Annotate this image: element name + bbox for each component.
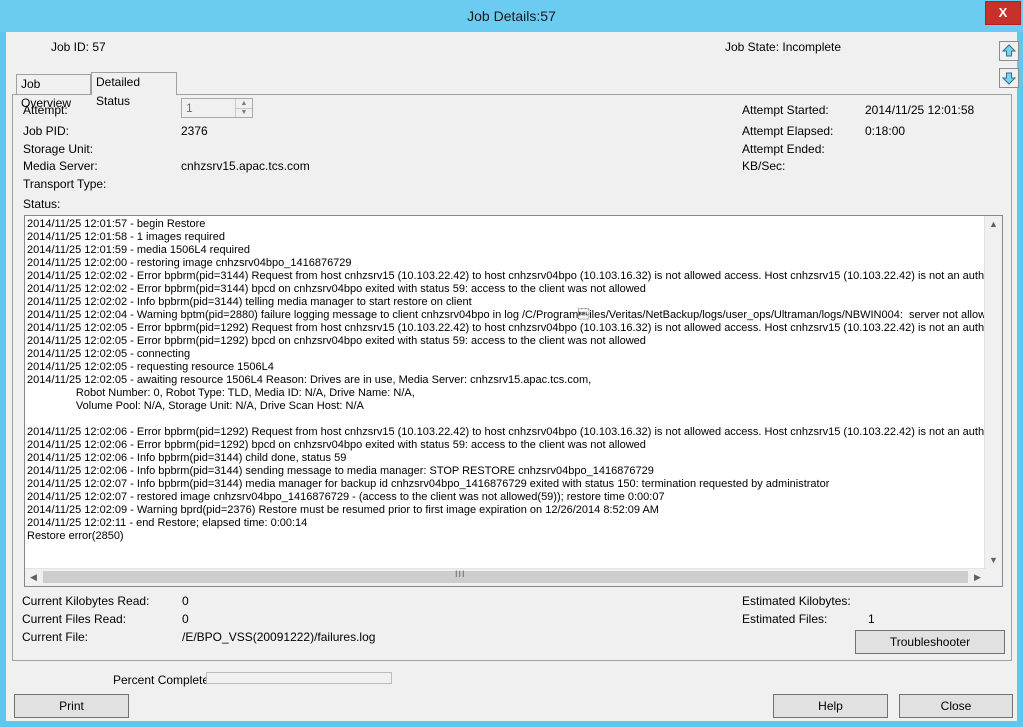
attempt-elapsed-label: Attempt Elapsed:: [742, 124, 834, 138]
tab-job-overview[interactable]: Job Overview: [16, 74, 91, 110]
estimated-files-value: 1: [868, 612, 875, 626]
current-file-label: Current File:: [22, 630, 89, 644]
attempt-started-label: Attempt Started:: [742, 103, 829, 117]
scroll-corner: [986, 571, 1002, 586]
window-client-area: Job ID: 57 Job State: Incomplete Job Ove…: [6, 32, 1019, 721]
status-log-line: 2014/11/25 12:02:07 - Info bpbrm(pid=314…: [27, 478, 830, 490]
scroll-grip-icon: III: [455, 569, 466, 579]
current-files-read-value: 0: [182, 612, 189, 626]
scroll-left-icon[interactable]: ◀: [25, 569, 42, 586]
spin-down-icon[interactable]: ▼: [235, 108, 252, 117]
status-log-line: 2014/11/25 12:02:06 - Info bpbrm(pid=314…: [27, 465, 654, 477]
vertical-scroll-track[interactable]: [987, 234, 1000, 552]
status-log-line: Robot Number: 0, Robot Type: TLD, Media …: [27, 387, 415, 399]
tab-detailed-status[interactable]: Detailed Status: [91, 72, 177, 108]
help-button[interactable]: Help: [773, 694, 888, 718]
attempt-value: 1: [186, 101, 193, 115]
status-log-line: 2014/11/25 12:01:57 - begin Restore: [27, 218, 206, 230]
current-file-value: /E/BPO_VSS(20091222)/failures.log: [182, 630, 376, 644]
status-vertical-scrollbar[interactable]: ▲ ▼: [984, 216, 1002, 571]
job-state-label: Job State: Incomplete: [725, 40, 842, 54]
status-log-line: 2014/11/25 12:02:02 - Error bpbrm(pid=31…: [27, 283, 646, 295]
status-log-line: 2014/11/25 12:02:00 - restoring image cn…: [27, 257, 352, 269]
status-log-line: 2014/11/25 12:02:05 - requesting resourc…: [27, 361, 274, 373]
down-arrow-icon: [1001, 72, 1017, 85]
title-bar: Job Details:57 X: [0, 0, 1023, 32]
scroll-down-icon[interactable]: ▼: [985, 552, 1002, 569]
previous-job-button[interactable]: [999, 41, 1019, 61]
next-job-button[interactable]: [999, 68, 1019, 88]
window-title: Job Details:57: [467, 8, 556, 24]
status-log-line: Volume Pool: N/A, Storage Unit: N/A, Dri…: [27, 400, 364, 412]
status-log-line: 2014/11/25 12:02:09 - Warning bprd(pid=2…: [27, 504, 659, 516]
status-log-line: 2014/11/25 12:02:11 - end Restore; elaps…: [27, 517, 308, 529]
close-button[interactable]: Close: [899, 694, 1013, 718]
status-horizontal-scrollbar[interactable]: ◀ III ▶: [25, 568, 986, 586]
troubleshooter-button[interactable]: Troubleshooter: [855, 630, 1005, 654]
status-log[interactable]: 2014/11/25 12:01:57 - begin Restore 2014/…: [24, 215, 1003, 587]
status-log-line: 2014/11/25 12:02:07 - restored image cnh…: [27, 491, 665, 503]
status-log-line: 2014/11/25 12:02:02 - Info bpbrm(pid=314…: [27, 296, 472, 308]
status-log-line: 2014/11/25 12:01:59 - media 1506L4 requi…: [27, 244, 251, 256]
percent-complete-bar: [206, 672, 392, 684]
status-log-text: 2014/11/25 12:01:57 - begin Restore 2014/…: [27, 218, 987, 570]
current-kb-read-value: 0: [182, 594, 189, 608]
attempt-label: Attempt:: [23, 103, 68, 117]
scroll-up-icon[interactable]: ▲: [985, 216, 1002, 233]
media-server-value: cnhzsrv15.apac.tcs.com: [181, 159, 310, 173]
job-pid-label: Job PID:: [23, 124, 70, 138]
status-log-line: 2014/11/25 12:02:06 - Error bpbrm(pid=12…: [27, 426, 987, 438]
status-label: Status:: [23, 197, 61, 211]
attempt-spinner[interactable]: 1 ▲ ▼: [181, 98, 253, 118]
attempt-started-value: 2014/11/25 12:01:58: [865, 103, 975, 117]
window-close-button[interactable]: X: [985, 1, 1021, 25]
attempt-elapsed-value: 0:18:00: [865, 124, 906, 138]
scroll-right-icon[interactable]: ▶: [969, 569, 986, 586]
status-log-line: 2014/11/25 12:02:04 - Warning bptm(pid=2…: [27, 309, 987, 321]
status-log-line: [27, 413, 987, 426]
horizontal-scroll-thumb[interactable]: III: [43, 569, 968, 583]
status-log-line: Restore error(2850): [27, 530, 124, 542]
job-id-label: Job ID: 57: [51, 40, 106, 54]
status-log-line: 2014/11/25 12:02:05 - Error bpbrm(pid=12…: [27, 335, 646, 347]
attempt-ended-label: Attempt Ended:: [742, 142, 825, 156]
status-log-line: 2014/11/25 12:02:06 - Error bpbrm(pid=12…: [27, 439, 646, 451]
status-log-line: 2014/11/25 12:01:58 - 1 images required: [27, 231, 225, 243]
status-log-line: 2014/11/25 12:02:02 - Error bpbrm(pid=31…: [27, 270, 987, 282]
transport-type-label: Transport Type:: [23, 177, 107, 191]
job-pid-value: 2376: [181, 124, 208, 138]
status-log-line: 2014/11/25 12:02:06 - Info bpbrm(pid=314…: [27, 452, 347, 464]
status-log-line: 2014/11/25 12:02:05 - connecting: [27, 348, 191, 360]
current-kb-read-label: Current Kilobytes Read:: [22, 594, 150, 608]
status-log-line: 2014/11/25 12:02:05 - awaiting resource …: [27, 374, 592, 386]
up-arrow-icon: [1001, 44, 1017, 57]
estimated-files-label: Estimated Files:: [742, 612, 828, 626]
status-log-line: 2014/11/25 12:02:05 - Error bpbrm(pid=12…: [27, 322, 987, 334]
estimated-kb-label: Estimated Kilobytes:: [742, 594, 851, 608]
kb-sec-label: KB/Sec:: [742, 159, 786, 173]
media-server-label: Media Server:: [23, 159, 98, 173]
print-button[interactable]: Print: [14, 694, 129, 718]
percent-complete-label: Percent Complete:: [113, 673, 213, 687]
current-files-read-label: Current Files Read:: [22, 612, 127, 626]
storage-unit-label: Storage Unit:: [23, 142, 94, 156]
